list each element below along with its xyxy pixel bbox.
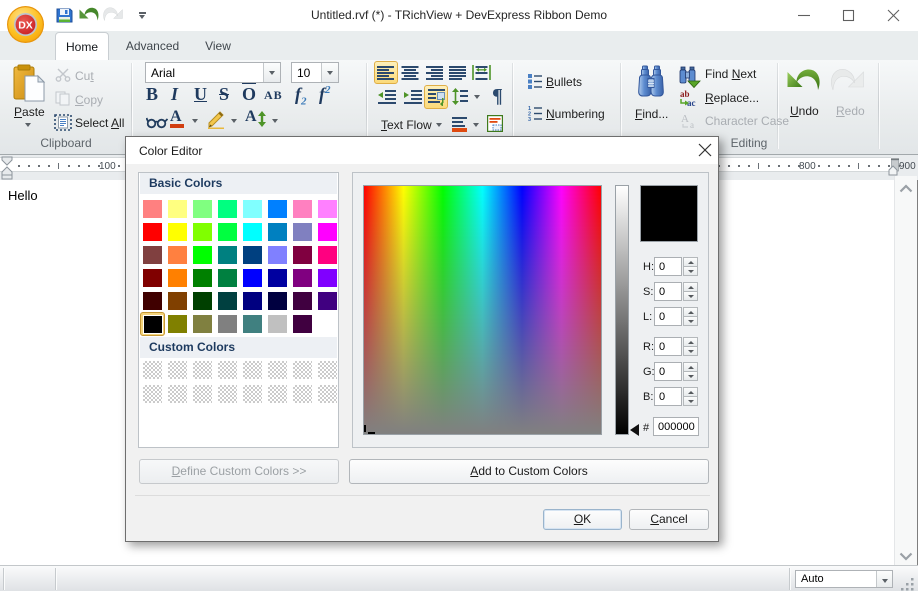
svg-text:a: a bbox=[690, 120, 694, 129]
svg-text:ac: ac bbox=[687, 98, 696, 107]
svg-text:DX: DX bbox=[18, 20, 33, 32]
svg-text:3: 3 bbox=[528, 117, 531, 121]
svg-text:A: A bbox=[681, 113, 689, 125]
